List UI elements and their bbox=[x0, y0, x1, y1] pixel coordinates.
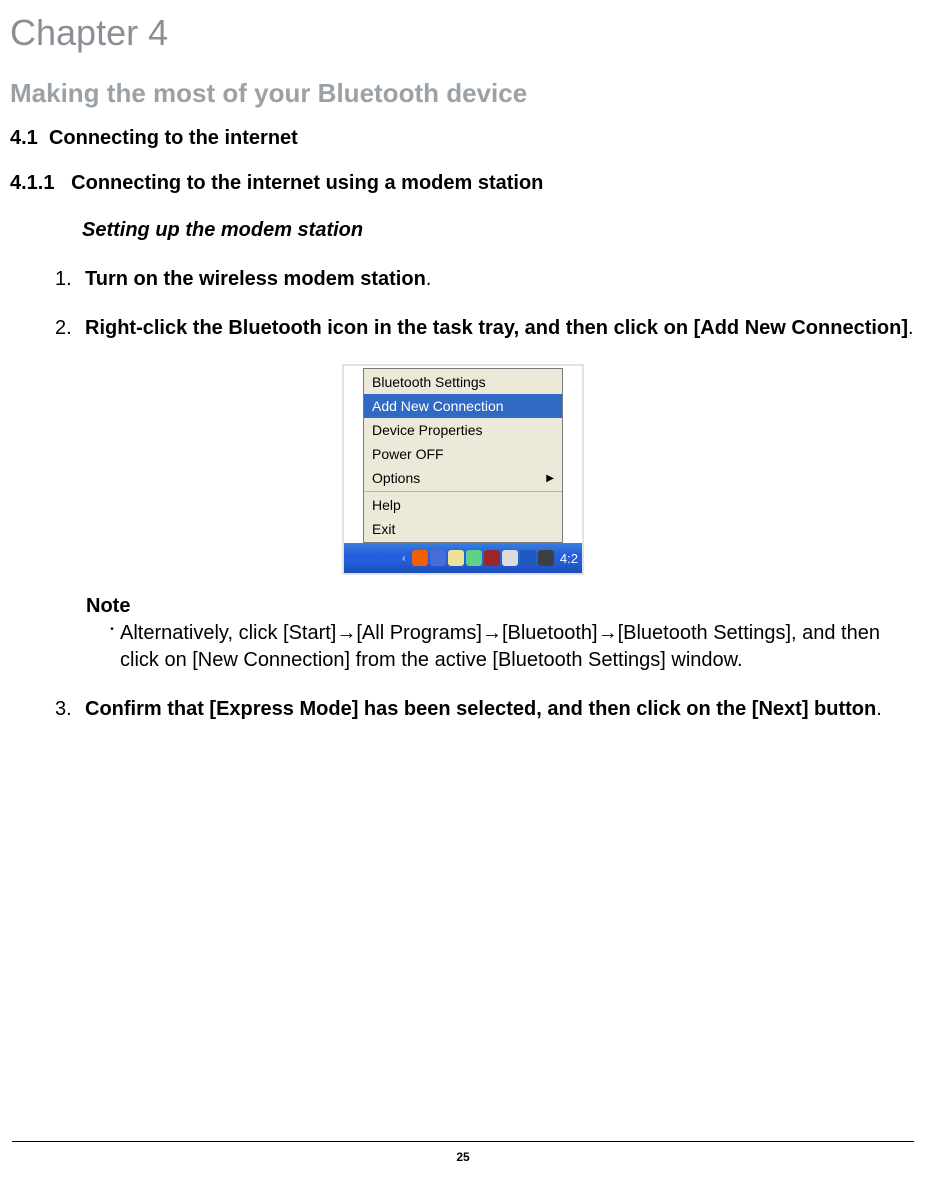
step-body: Right-click the Bluetooth icon in the ta… bbox=[85, 315, 914, 342]
step-bold: Confirm that [Express Mode] has been sel… bbox=[85, 698, 876, 720]
taskbar-clock: 4:2 bbox=[560, 551, 578, 566]
heading-4-1: 4.1 Connecting to the internet bbox=[10, 127, 916, 150]
step-item: 1. Turn on the wireless modem station. bbox=[55, 266, 916, 293]
step-number: 3. bbox=[55, 696, 85, 723]
heading-number: 4.1.1 bbox=[10, 172, 54, 194]
subheading-setting-up: Setting up the modem station bbox=[82, 219, 916, 242]
step-tail: . bbox=[908, 317, 914, 339]
step-bold: Turn on the wireless modem station bbox=[85, 268, 426, 290]
step-item: 2. Right-click the Bluetooth icon in the… bbox=[55, 315, 916, 342]
menu-item-label: Bluetooth Settings bbox=[372, 374, 486, 390]
menu-item-help[interactable]: Help bbox=[364, 493, 562, 517]
step-body: Turn on the wireless modem station. bbox=[85, 266, 431, 293]
tray-icon[interactable] bbox=[502, 550, 518, 566]
tray-icon[interactable] bbox=[448, 550, 464, 566]
footer-rule bbox=[12, 1141, 914, 1142]
tray-icon[interactable] bbox=[466, 550, 482, 566]
heading-4-1-1: 4.1.1 Connecting to the internet using a… bbox=[10, 172, 916, 195]
tray-icon[interactable] bbox=[412, 550, 428, 566]
menu-item-label: Options bbox=[372, 470, 420, 486]
note-bullet: • Alternatively, click [Start]→[All Prog… bbox=[104, 620, 916, 674]
bluetooth-tray-icon[interactable] bbox=[520, 550, 536, 566]
page-number: 25 bbox=[456, 1150, 469, 1164]
menu-item-bluetooth-settings[interactable]: Bluetooth Settings bbox=[364, 370, 562, 394]
context-menu-screenshot: Bluetooth Settings Add New Connection De… bbox=[342, 364, 584, 575]
step-number: 2. bbox=[55, 315, 85, 342]
taskbar: ‹ 4:2 bbox=[344, 543, 582, 573]
section-title: Making the most of your Bluetooth device bbox=[10, 78, 916, 109]
page-footer: 25 bbox=[0, 1141, 926, 1164]
note-text: Alternatively, click [Start]→[All Progra… bbox=[120, 620, 916, 674]
step-body: Confirm that [Express Mode] has been sel… bbox=[85, 696, 882, 723]
menu-item-exit[interactable]: Exit bbox=[364, 517, 562, 541]
tray-icon[interactable] bbox=[484, 550, 500, 566]
step-tail: . bbox=[876, 698, 882, 720]
menu-item-label: Device Properties bbox=[372, 422, 483, 438]
tray-icon[interactable] bbox=[538, 550, 554, 566]
menu-item-label: Exit bbox=[372, 521, 395, 537]
bullet-icon: • bbox=[104, 620, 120, 674]
submenu-arrow-icon: ▶ bbox=[546, 473, 554, 484]
menu-item-options[interactable]: Options ▶ bbox=[364, 466, 562, 490]
menu-item-label: Help bbox=[372, 497, 401, 513]
context-menu: Bluetooth Settings Add New Connection De… bbox=[363, 368, 563, 543]
heading-number: 4.1 bbox=[10, 127, 38, 149]
heading-text: Connecting to the internet bbox=[49, 127, 298, 149]
step-bold: Right-click the Bluetooth icon in the ta… bbox=[85, 317, 908, 339]
menu-item-device-properties[interactable]: Device Properties bbox=[364, 418, 562, 442]
menu-item-power-off[interactable]: Power OFF bbox=[364, 442, 562, 466]
note-block: Note • Alternatively, click [Start]→[All… bbox=[86, 593, 916, 674]
menu-item-add-new-connection[interactable]: Add New Connection bbox=[364, 394, 562, 418]
heading-text: Connecting to the internet using a modem… bbox=[71, 172, 543, 194]
menu-item-label: Power OFF bbox=[372, 446, 444, 462]
step-tail: . bbox=[426, 268, 432, 290]
menu-item-label: Add New Connection bbox=[372, 398, 504, 414]
step-number: 1. bbox=[55, 266, 85, 293]
tray-expand-icon[interactable]: ‹ bbox=[398, 552, 410, 564]
step-item: 3. Confirm that [Express Mode] has been … bbox=[55, 696, 916, 723]
note-heading: Note bbox=[86, 593, 916, 620]
chapter-title: Chapter 4 bbox=[10, 12, 916, 54]
tray-icon[interactable] bbox=[430, 550, 446, 566]
